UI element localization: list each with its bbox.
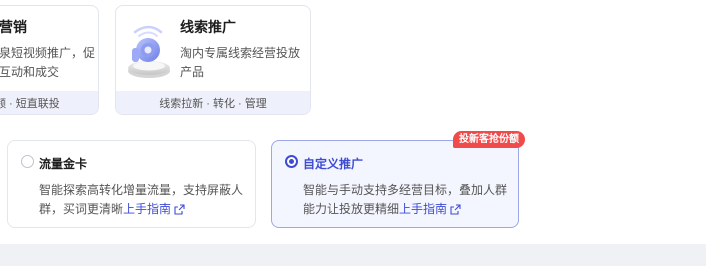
card-description: 淘内专属线索经营投放产品: [180, 46, 301, 79]
card-title: 线索推广: [180, 19, 236, 35]
option-title: 流量金卡: [39, 157, 88, 171]
guide-link[interactable]: 上手指南: [123, 202, 185, 216]
option-title: 自定义推广: [303, 157, 364, 171]
external-link-icon: [450, 204, 461, 215]
promo-badge: 投新客抢份额: [453, 131, 525, 148]
card-footer-tags: 线索拉新 · 转化 · 管理: [116, 91, 310, 114]
radio-custom-promotion[interactable]: [285, 155, 298, 168]
card-footer-tags: 频 · 短直联投: [0, 91, 98, 114]
card-title: 营销: [0, 19, 27, 35]
option-description: 智能探索高转化增量流量，支持屏蔽人群，买词更清晰上手指南: [39, 183, 244, 216]
marketing-card-video[interactable]: 营销 泉短视频推广，促 互动和成交 频 · 短直联投: [0, 5, 99, 115]
page-bottom-background: [0, 244, 706, 266]
clue-promo-3d-icon: [128, 25, 170, 78]
marketing-card-clue-promotion[interactable]: 线索推广 淘内专属线索经营投放产品 线索拉新 · 转化 · 管理: [115, 5, 311, 115]
guide-link[interactable]: 上手指南: [399, 202, 461, 216]
card-description: 泉短视频推广，促 互动和成交: [0, 46, 96, 79]
option-card-custom-promotion[interactable]: 自定义推广 智能与手动支持多经营目标，叠加人群能力让投放更精细上手指南: [271, 140, 519, 228]
external-link-icon: [174, 204, 185, 215]
option-description: 智能与手动支持多经营目标，叠加人群能力让投放更精细上手指南: [303, 183, 508, 216]
option-card-traffic-gold[interactable]: 流量金卡 智能探索高转化增量流量，支持屏蔽人群，买词更清晰上手指南: [7, 140, 256, 228]
radio-traffic-gold[interactable]: [21, 155, 34, 168]
